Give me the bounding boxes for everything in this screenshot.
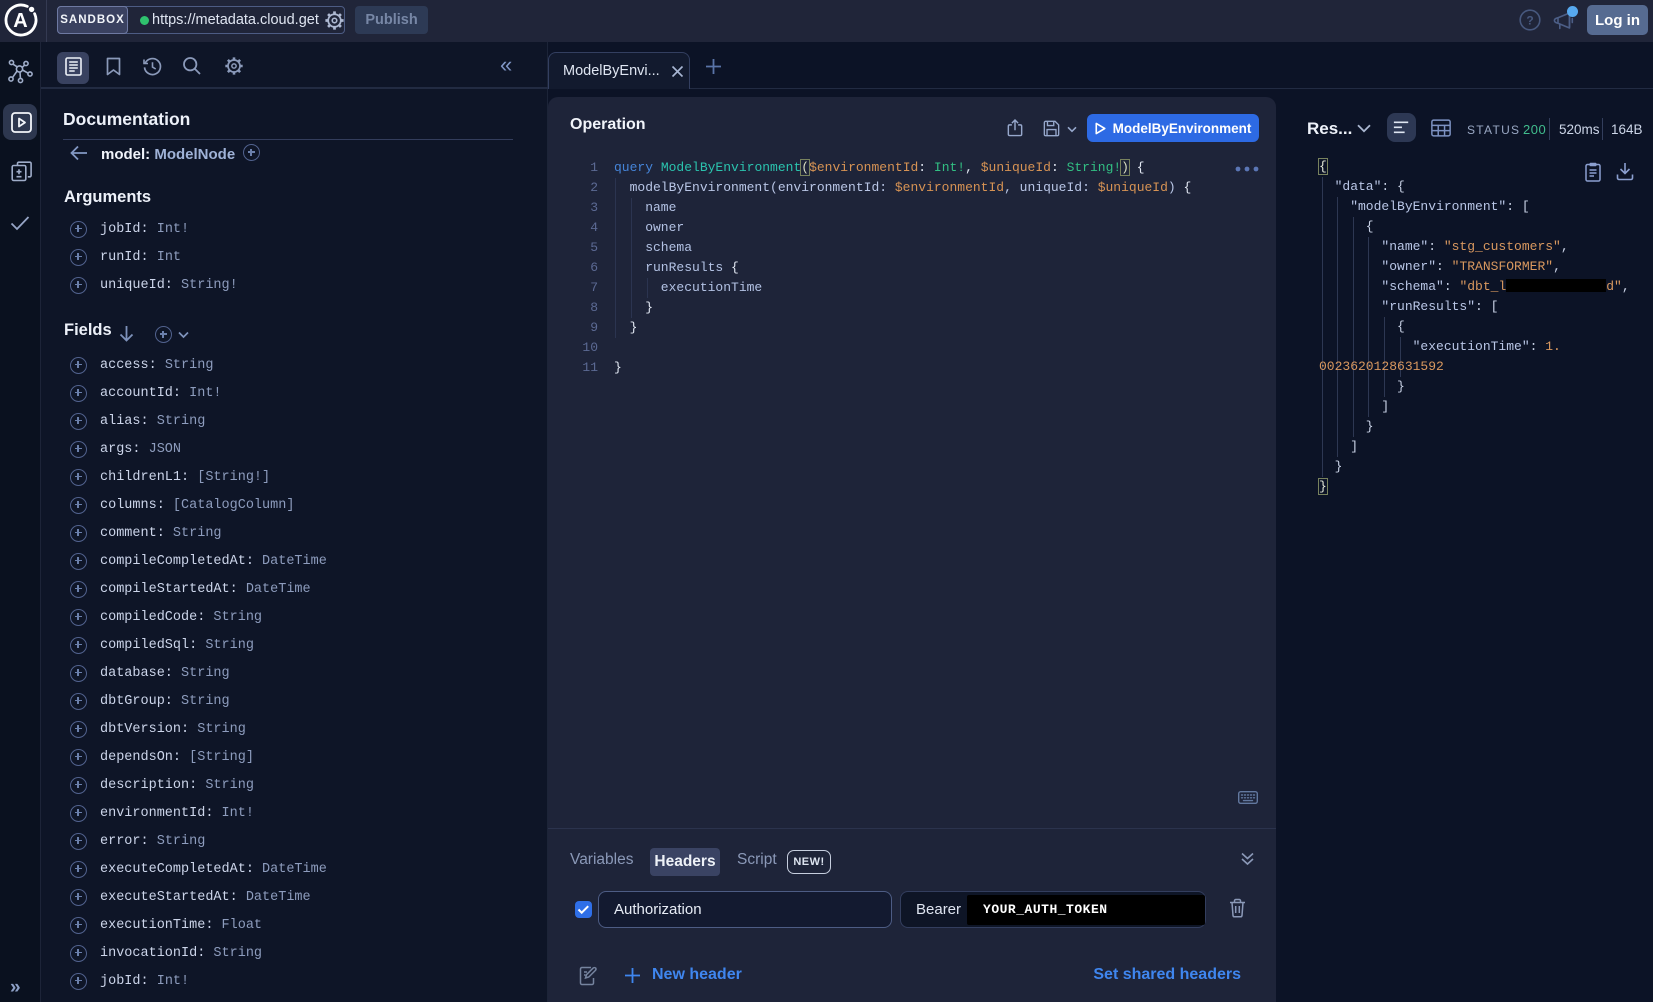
svg-text:A: A: [13, 10, 27, 32]
svg-text:?: ?: [1526, 14, 1533, 28]
